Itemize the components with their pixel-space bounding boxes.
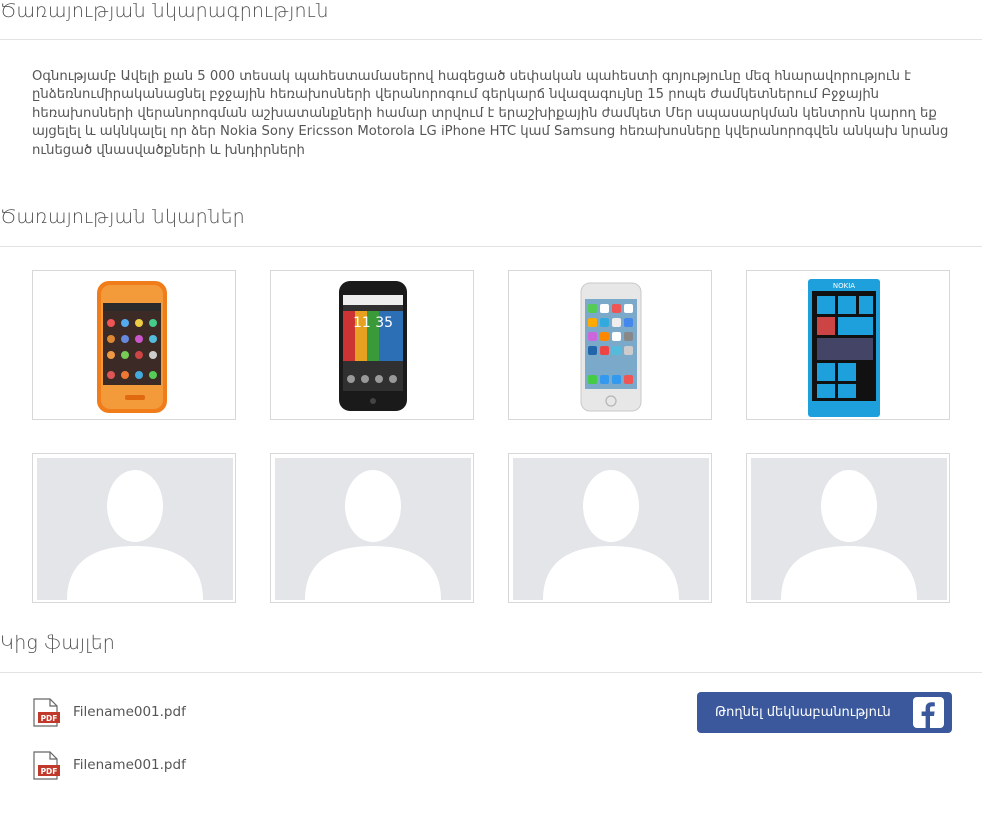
user-silhouette-icon [751,458,947,600]
moto-phone-image: 11 35 [339,281,407,411]
svg-text:11 35: 11 35 [353,315,393,331]
divider [0,672,982,673]
file-item[interactable]: PDF Filename001.pdf [32,750,186,780]
file-name[interactable]: Filename001.pdf [73,757,186,773]
iphone-image [580,282,642,412]
gallery-item-moto[interactable]: 11 35 [270,270,474,420]
file-name[interactable]: Filename001.pdf [73,704,186,720]
facebook-icon [913,697,944,728]
user-silhouette-icon [37,458,233,600]
description-heading: Ծառայության նկարագրություն [0,0,329,22]
gallery-item-zte[interactable] [32,270,236,420]
gallery-item-iphone[interactable] [508,270,712,420]
pdf-badge: PDF [41,714,58,723]
gallery-placeholder[interactable] [32,453,236,603]
facebook-button-label: Թողնել մեկնաբանություն [715,705,891,720]
zte-phone-image [97,281,167,413]
pdf-icon: PDF [33,750,60,780]
svg-text:NOKIA: NOKIA [833,282,855,290]
divider [0,39,982,40]
user-silhouette-icon [513,458,709,600]
divider [0,246,982,247]
pdf-badge: PDF [41,767,58,776]
gallery-item-nokia[interactable]: NOKIA [746,270,950,420]
file-item[interactable]: PDF Filename001.pdf [32,697,186,727]
gallery-placeholder[interactable] [746,453,950,603]
images-heading: Ծառայության նկարներ [0,206,245,228]
user-silhouette-icon [275,458,471,600]
files-heading: Կից ֆայլեր [0,632,115,654]
nokia-lumia-image: NOKIA [808,279,880,417]
gallery-placeholder[interactable] [270,453,474,603]
gallery-placeholder[interactable] [508,453,712,603]
facebook-comment-button[interactable]: Թողնել մեկնաբանություն [697,692,952,733]
description-text: Օգնությամբ Ավելի քան 5 000 տեսակ պահեստա… [32,69,949,158]
pdf-icon: PDF [33,697,60,727]
